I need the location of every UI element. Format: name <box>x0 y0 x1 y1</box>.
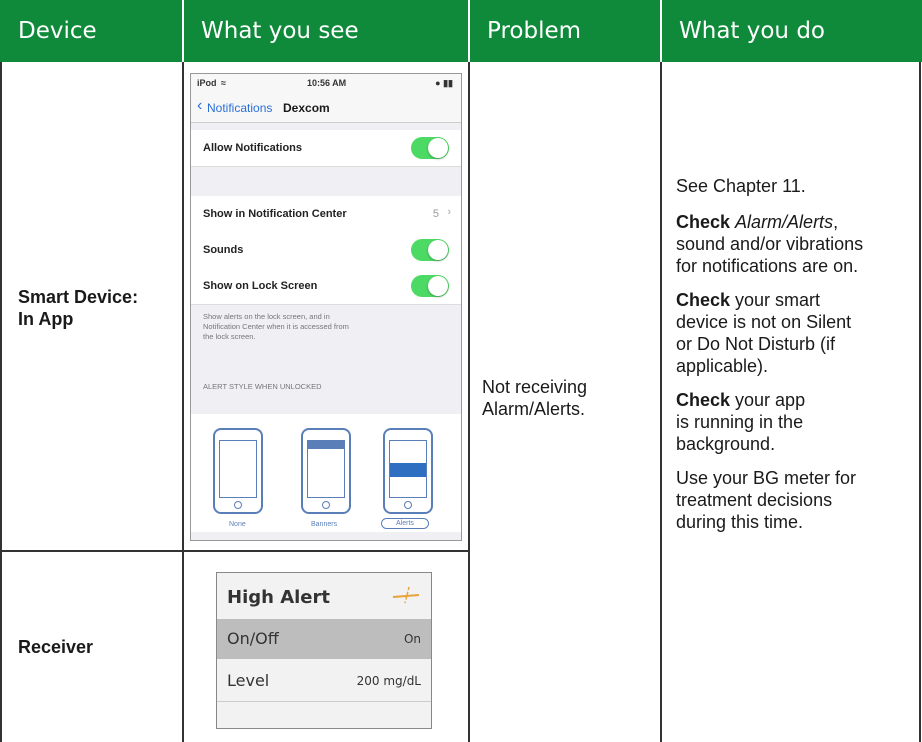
problem-text: Not receiving Alarm/Alerts. <box>482 376 587 420</box>
chevron-right-icon: › <box>447 206 451 218</box>
receiver-onoff-label: On/Off <box>227 629 279 648</box>
phone-notification-screenshot: iPod ≈ 10:56 AM ● ▮▮ ‹ Notifications Dex… <box>190 73 462 541</box>
grid-line <box>182 62 184 742</box>
receiver-high-alert-screen: High Alert On/Off On Level 200 mg/dL <box>216 572 432 729</box>
allow-notifications-row[interactable]: Allow Notifications <box>191 130 461 167</box>
check-keyword: Check <box>676 290 731 310</box>
header-problem-label: Problem <box>487 18 582 44</box>
sounds-row[interactable]: Sounds <box>191 232 461 269</box>
battery-icon: ● ▮▮ <box>435 78 453 88</box>
receiver-onoff-row[interactable]: On/Off On <box>217 619 431 659</box>
header-device-label: Device <box>18 18 97 44</box>
header-problem: Problem <box>469 0 661 62</box>
allow-notifications-toggle[interactable] <box>411 137 449 159</box>
grid-line <box>660 62 662 742</box>
receiver-onoff-value: On <box>403 632 421 646</box>
grid-line <box>0 62 2 742</box>
header-separator <box>468 0 470 62</box>
action-line: background. <box>676 434 776 454</box>
show-center-row[interactable]: Show in Notification Center 5 › <box>191 196 461 233</box>
device-receiver: Receiver <box>18 637 94 657</box>
action-line: during this time. <box>676 512 804 532</box>
device-smart-line1: Smart Device: <box>18 287 139 307</box>
troubleshooting-table: Device What you see Problem What you do … <box>0 0 922 742</box>
status-bar: iPod ≈ 10:56 AM ● ▮▮ <box>191 74 461 92</box>
lock-screen-toggle[interactable] <box>411 275 449 297</box>
action-p5: Use your BG meter for treatment decision… <box>676 467 914 533</box>
receiver-title-row: High Alert <box>217 577 431 617</box>
header-what-you-do-label: What you do <box>679 18 825 44</box>
grid-line <box>468 62 470 742</box>
actions-text: See Chapter 11. Check Alarm/Alerts, soun… <box>676 175 914 533</box>
back-link[interactable]: Notifications <box>207 101 272 115</box>
problem-line2: Alarm/Alerts. <box>482 399 586 419</box>
style-alerts-label: Alerts <box>381 518 429 529</box>
receiver-level-row[interactable]: Level 200 mg/dL <box>217 661 431 702</box>
style-banners-label: Banners <box>311 521 338 528</box>
header-what-you-see: What you see <box>183 0 469 62</box>
style-alerts-phone-icon[interactable] <box>383 428 433 514</box>
note-line: Show alerts on the lock screen, and in <box>203 312 330 321</box>
action-text: your app <box>730 390 806 410</box>
show-center-value: 5 <box>432 208 439 220</box>
sounds-toggle[interactable] <box>411 239 449 261</box>
check-keyword: Check <box>676 212 731 232</box>
style-none-phone-icon[interactable] <box>213 428 263 514</box>
sounds-label: Sounds <box>203 244 244 256</box>
grid-line <box>919 62 921 742</box>
time-text: 10:56 AM <box>307 78 347 88</box>
device-smart-device: Smart Device: In App <box>18 286 138 330</box>
alarm-alerts-term: Alarm/Alerts <box>735 212 834 232</box>
action-p4: Check your app is running in the backgro… <box>676 389 914 455</box>
nav-bar: ‹ Notifications Dexcom <box>191 92 461 123</box>
wifi-icon: ≈ <box>221 78 226 88</box>
action-line: applicable). <box>676 356 769 376</box>
action-line: Use your BG meter for <box>676 468 857 488</box>
style-none-label: None <box>229 521 246 528</box>
action-line: device is not on Silent <box>676 312 852 332</box>
header-what-you-do: What you do <box>661 0 922 62</box>
header-what-you-see-label: What you see <box>201 18 359 44</box>
action-p1: See Chapter 11. <box>676 176 806 196</box>
note-line: Notification Center when it is accessed … <box>203 322 349 331</box>
action-line: for notifications are on. <box>676 256 859 276</box>
action-p3: Check your smart device is not on Silent… <box>676 289 914 377</box>
carrier-text: iPod <box>197 78 217 88</box>
allow-notifications-label: Allow Notifications <box>203 142 302 154</box>
action-text: your smart <box>730 290 821 310</box>
back-chevron-icon[interactable]: ‹ <box>197 97 202 115</box>
action-line: sound and/or vibrations <box>676 234 864 254</box>
action-line: treatment decisions <box>676 490 833 510</box>
action-p2: Check Alarm/Alerts, sound and/or vibrati… <box>676 211 914 277</box>
header-separator <box>660 0 662 62</box>
style-banners-phone-icon[interactable] <box>301 428 351 514</box>
receiver-level-value: 200 mg/dL <box>356 674 421 688</box>
note-line: the lock screen. <box>203 332 256 341</box>
nav-title: Dexcom <box>283 101 330 115</box>
problem-line1: Not receiving <box>482 377 588 397</box>
grid-line <box>0 550 470 552</box>
alert-style-options: None Banners Alerts <box>191 414 461 532</box>
show-center-label: Show in Notification Center <box>203 208 347 220</box>
lock-screen-row[interactable]: Show on Lock Screen <box>191 268 461 305</box>
action-line: is running in the <box>676 412 804 432</box>
action-text: , <box>833 212 839 232</box>
receiver-title: High Alert <box>227 587 330 608</box>
lock-screen-label: Show on Lock Screen <box>203 280 318 292</box>
action-line: or Do Not Disturb (if <box>676 334 836 354</box>
lock-screen-note: Show alerts on the lock screen, and in N… <box>203 312 449 342</box>
header-separator <box>182 0 184 62</box>
check-keyword: Check <box>676 390 731 410</box>
receiver-level-label: Level <box>227 671 270 690</box>
high-alert-icon <box>392 586 420 604</box>
alert-style-header: ALERT STYLE WHEN UNLOCKED <box>203 382 322 391</box>
device-smart-line2: In App <box>18 309 74 329</box>
header-device: Device <box>0 0 183 62</box>
